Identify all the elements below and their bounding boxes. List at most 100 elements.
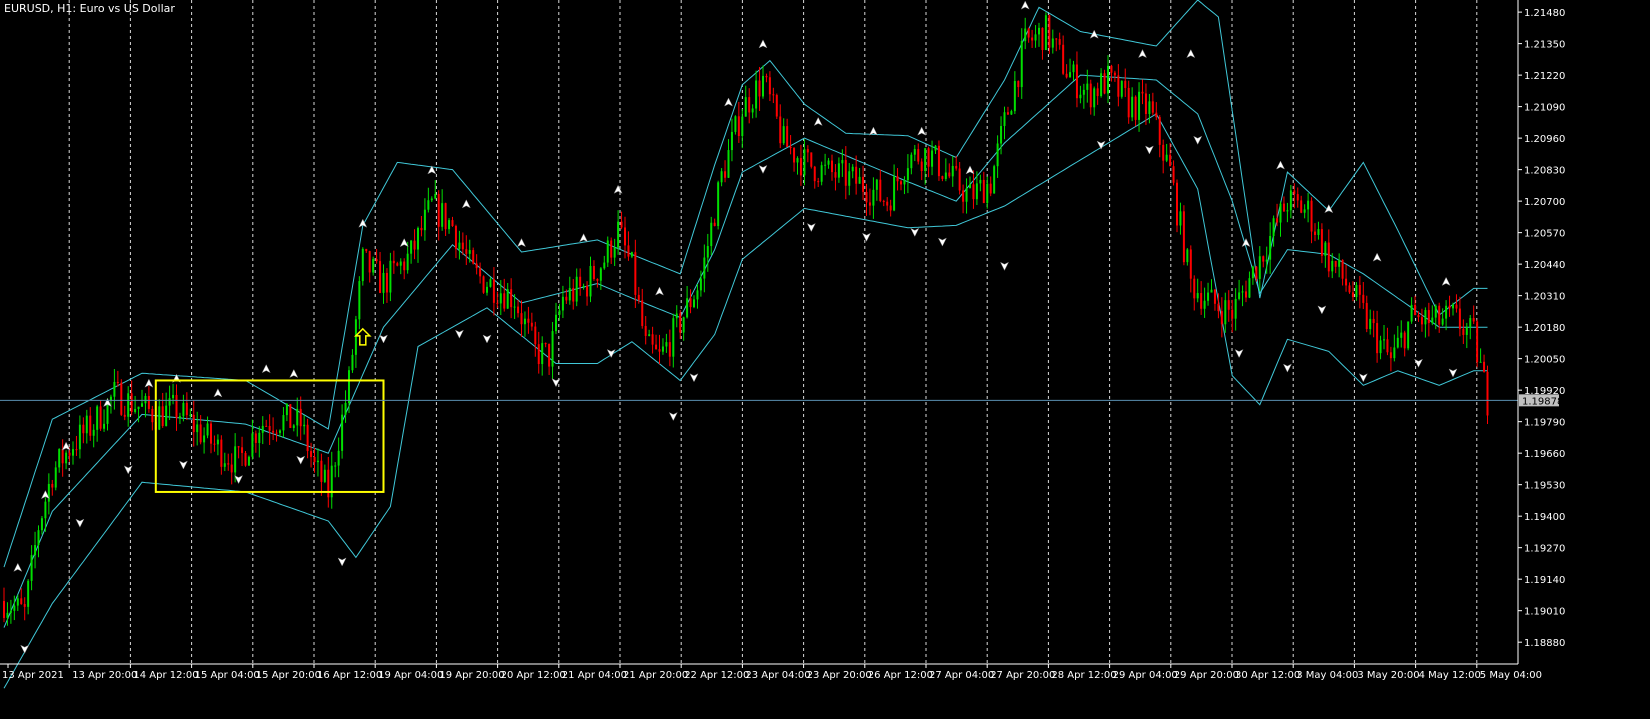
candle-body	[82, 424, 85, 434]
candle-body	[461, 242, 464, 250]
candlestick-chart[interactable]: 1.19878 13 Apr 2021 13 Apr 20:0014 Apr 12…	[0, 0, 1650, 719]
candle	[486, 281, 488, 296]
candle-body	[1455, 304, 1458, 309]
candle-body	[361, 248, 364, 282]
candle	[272, 417, 275, 441]
candle	[265, 419, 268, 427]
candle-body	[806, 149, 809, 153]
candle	[1082, 83, 1085, 109]
candle	[1117, 64, 1120, 107]
candle	[1034, 25, 1037, 48]
candle-body	[900, 181, 902, 185]
candle	[382, 264, 385, 304]
candle	[465, 235, 468, 266]
x-tick-label: 15 Apr 04:00	[195, 670, 260, 681]
candle-body	[448, 220, 451, 230]
candle-body	[1293, 190, 1296, 195]
candle	[903, 176, 906, 195]
fractal-up-mark	[213, 388, 223, 398]
candle	[1296, 187, 1299, 208]
candle-body	[451, 220, 454, 227]
candle-body	[924, 148, 927, 172]
candle	[655, 334, 658, 350]
candle	[330, 451, 333, 509]
candle-body	[1003, 112, 1006, 127]
candle	[696, 284, 699, 309]
candle	[1427, 302, 1430, 337]
candle	[986, 176, 989, 209]
candle-body	[410, 240, 413, 254]
candle	[451, 216, 454, 227]
candle-body	[1448, 305, 1451, 309]
candle	[1131, 87, 1134, 122]
candle	[1013, 71, 1016, 115]
candle	[489, 277, 492, 288]
y-tick-label: 1.19270	[1524, 544, 1565, 555]
candle-body	[575, 276, 578, 302]
candle	[54, 461, 57, 491]
candle-body	[751, 108, 754, 113]
candle-body	[589, 265, 592, 297]
candle	[862, 165, 865, 201]
candle	[1155, 102, 1158, 121]
candle	[34, 531, 37, 569]
candle	[775, 93, 778, 120]
candle-body	[813, 166, 816, 182]
candle	[858, 167, 861, 184]
x-tick-label: 13 Apr 20:00	[72, 670, 137, 681]
x-tick-label: 20 Apr 12:00	[501, 670, 566, 681]
candle	[358, 276, 361, 330]
candle-body	[1234, 298, 1237, 319]
candle-body	[486, 286, 488, 293]
candle	[982, 171, 985, 204]
candle	[1003, 106, 1006, 140]
candle	[989, 176, 992, 197]
candle-body	[834, 172, 837, 178]
candle-body	[624, 227, 626, 246]
candle-body	[1286, 210, 1289, 212]
candle	[1176, 179, 1178, 233]
candle-body	[254, 433, 257, 443]
candle-body	[1345, 278, 1348, 286]
candle-body	[6, 612, 9, 618]
chart-window[interactable]: 1.19878 13 Apr 2021 13 Apr 20:00 14 Apr 12…	[0, 0, 1650, 719]
candle-body	[727, 150, 730, 178]
candle	[606, 236, 609, 267]
candle-body	[1431, 317, 1434, 324]
candle	[1455, 294, 1458, 313]
candle	[365, 248, 368, 253]
candle-body	[606, 240, 609, 263]
candle-body	[216, 439, 219, 445]
y-tick-label: 1.20700	[1524, 197, 1565, 208]
x-tick-label: 3 May 20:00	[1357, 670, 1419, 681]
candle-body	[372, 259, 375, 273]
candle	[1224, 292, 1227, 333]
candle	[113, 369, 116, 410]
candle-body	[1358, 284, 1361, 295]
candle-body	[565, 296, 568, 301]
candle-body	[1400, 332, 1403, 338]
candle	[348, 366, 350, 413]
candle	[20, 588, 23, 605]
candle-body	[613, 247, 616, 258]
candle-body	[158, 406, 161, 430]
candle-body	[227, 463, 230, 465]
candle-body	[955, 165, 958, 169]
candle	[375, 248, 378, 264]
candle-body	[1072, 64, 1075, 73]
candle-body	[203, 435, 206, 443]
candle-body	[1207, 292, 1210, 301]
candle	[955, 155, 958, 171]
candle	[185, 392, 188, 420]
axes: 13 Apr 2021 13 Apr 20:0014 Apr 12:0015 Ap…	[0, 0, 1565, 681]
candle	[1400, 320, 1403, 348]
candle	[665, 333, 668, 353]
candle-body	[530, 322, 533, 327]
candle-body	[986, 183, 989, 204]
candle	[216, 434, 219, 456]
candle	[796, 156, 799, 175]
fractal-down-mark	[999, 261, 1010, 271]
candle	[1369, 309, 1372, 335]
candle	[748, 88, 751, 124]
candle	[3, 587, 5, 623]
